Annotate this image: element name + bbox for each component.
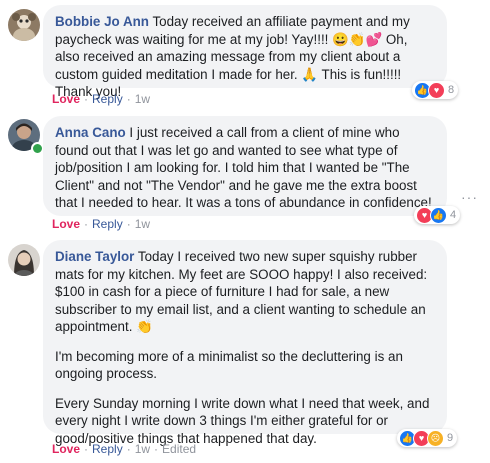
comment-text: Bobbie Jo Ann Today received an affiliat… <box>55 13 435 101</box>
love-button[interactable]: Love <box>52 442 80 456</box>
comment-text: Diane Taylor Today I received two new su… <box>55 248 435 336</box>
reply-button[interactable]: Reply <box>92 217 123 231</box>
more-options-icon[interactable]: ··· <box>461 189 478 205</box>
edited-label[interactable]: Edited <box>162 442 196 456</box>
timestamp[interactable]: 1w <box>135 442 150 456</box>
comment-bubble: Bobbie Jo Ann Today received an affiliat… <box>43 5 447 99</box>
reaction-count: 4 <box>450 209 457 221</box>
comment-paragraph: Every Sunday morning I write down what I… <box>55 395 430 446</box>
comment-text: Anna Cano I just received a call from a … <box>55 124 435 212</box>
comment-bubble: Diane Taylor Today I received two new su… <box>43 240 447 446</box>
avatar[interactable] <box>8 244 40 276</box>
reaction-summary[interactable]: ♥ 👍 4 <box>414 206 461 224</box>
author-name[interactable]: Anna Cano <box>55 125 126 140</box>
like-reaction-icon: 👍 <box>430 206 447 224</box>
timestamp[interactable]: 1w <box>135 92 150 106</box>
reaction-count: 8 <box>448 84 455 96</box>
reply-button[interactable]: Reply <box>92 442 123 456</box>
comment-actions: Love · Reply · 1w <box>52 217 151 231</box>
love-button[interactable]: Love <box>52 92 80 106</box>
reply-button[interactable]: Reply <box>92 92 123 106</box>
comment-bubble: Anna Cano I just received a call from a … <box>43 116 447 216</box>
reaction-count: 9 <box>447 432 454 444</box>
comment-actions: Love · Reply · 1w <box>52 92 151 106</box>
comment-paragraph: I'm becoming more of a minimalist so the… <box>55 348 403 382</box>
comment-actions: Love · Reply · 1w · Edited <box>52 442 197 456</box>
reaction-summary[interactable]: 👍 ♥ ☹ 9 <box>397 429 458 447</box>
author-name[interactable]: Diane Taylor <box>55 249 134 264</box>
avatar[interactable] <box>8 9 40 41</box>
reaction-summary[interactable]: 👍 ♥ 8 <box>412 81 459 99</box>
love-button[interactable]: Love <box>52 217 80 231</box>
author-name[interactable]: Bobbie Jo Ann <box>55 14 149 29</box>
sad-reaction-icon: ☹ <box>427 429 444 447</box>
heart-reaction-icon: ♥ <box>428 81 445 99</box>
timestamp[interactable]: 1w <box>135 217 150 231</box>
